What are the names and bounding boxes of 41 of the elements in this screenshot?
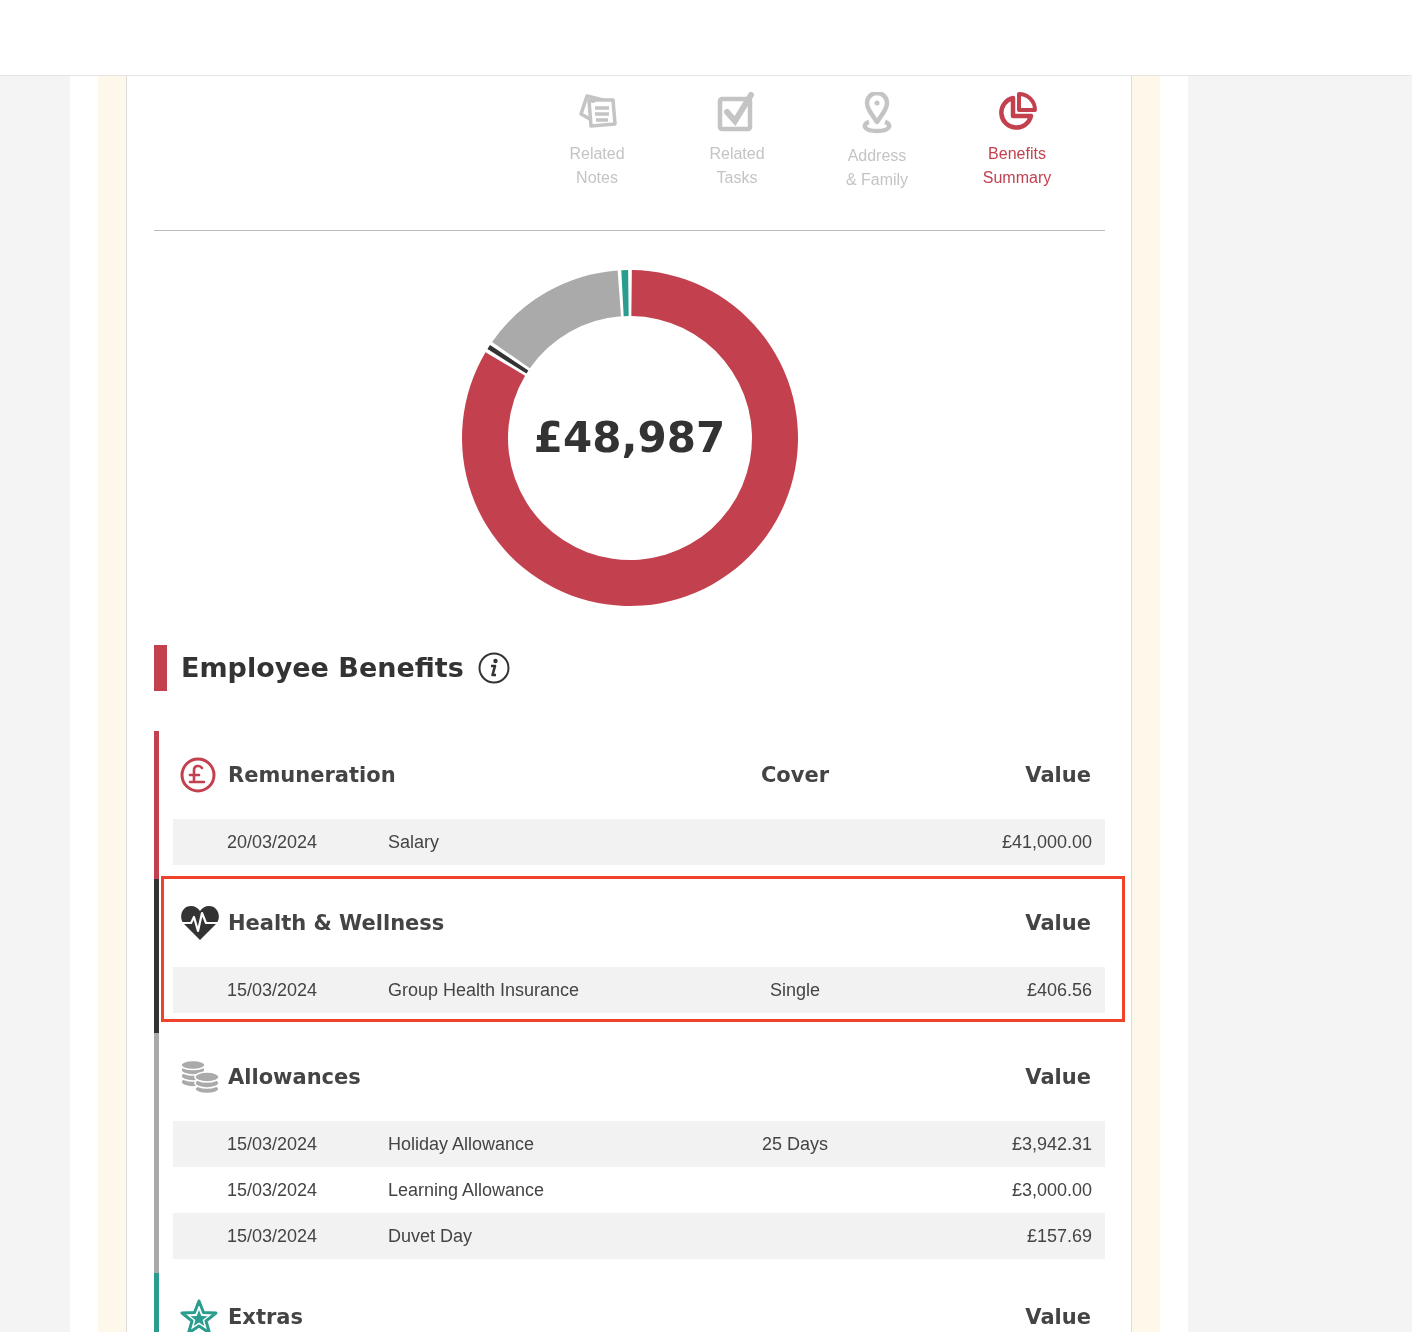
date-cell-text: 20/03/2024 — [227, 831, 319, 854]
value-cell-text: £406.56 — [1025, 979, 1093, 1002]
pie-chart-icon — [997, 92, 1037, 132]
date-cell-text: 15/03/2024 — [227, 979, 319, 1002]
info-icon[interactable] — [477, 652, 510, 684]
cover-cell-text: 25 Days — [760, 1133, 829, 1156]
value-cell-text: £41,000.00 — [1000, 831, 1093, 854]
date-cell-text: 15/03/2024 — [227, 1133, 319, 1156]
section-heading: Employee Benefits — [181, 651, 464, 685]
date-cell-text: 15/03/2024 — [227, 1225, 319, 1248]
nav-tab[interactable]: Benefits Summary — [947, 92, 1087, 230]
nav-tab[interactable]: Related Tasks — [667, 92, 807, 230]
cover-cell-text: Single — [768, 979, 821, 1002]
coins-icon — [180, 1060, 220, 1094]
date-cell-text: 15/03/2024 — [227, 1179, 319, 1202]
category-title: Extras — [228, 1304, 304, 1331]
map-pin-icon — [860, 92, 894, 134]
checkbox-icon — [717, 92, 757, 132]
nav-tab[interactable]: Related Notes — [527, 92, 667, 230]
column-heading: Value — [1024, 1064, 1092, 1091]
name-cell-text: Group Health Insurance — [388, 979, 581, 1002]
column-heading: Cover — [759, 762, 831, 789]
name-cell-text: Duvet Day — [388, 1225, 474, 1248]
heading-accent-bar — [154, 645, 167, 691]
value-cell-text: £3,000.00 — [1010, 1179, 1093, 1202]
category-title: Health & Wellness — [228, 910, 446, 937]
category-title: Remuneration — [228, 762, 397, 789]
name-cell-text: Holiday Allowance — [388, 1133, 536, 1156]
category-title: Allowances — [228, 1064, 362, 1091]
total-amount: £48,987 — [532, 413, 727, 463]
nav-tab[interactable]: Address & Family — [807, 92, 947, 230]
star-icon — [180, 1299, 218, 1332]
column-heading: Value — [1024, 910, 1092, 937]
name-cell-text: Learning Allowance — [388, 1179, 546, 1202]
column-heading: Value — [1024, 1304, 1092, 1331]
heart-pulse-icon — [180, 905, 220, 941]
name-cell-text: Salary — [388, 831, 441, 854]
column-heading: Value — [1024, 762, 1092, 789]
value-cell-text: £3,942.31 — [1010, 1133, 1093, 1156]
pound-icon — [180, 757, 216, 793]
value-cell-text: £157.69 — [1025, 1225, 1093, 1248]
